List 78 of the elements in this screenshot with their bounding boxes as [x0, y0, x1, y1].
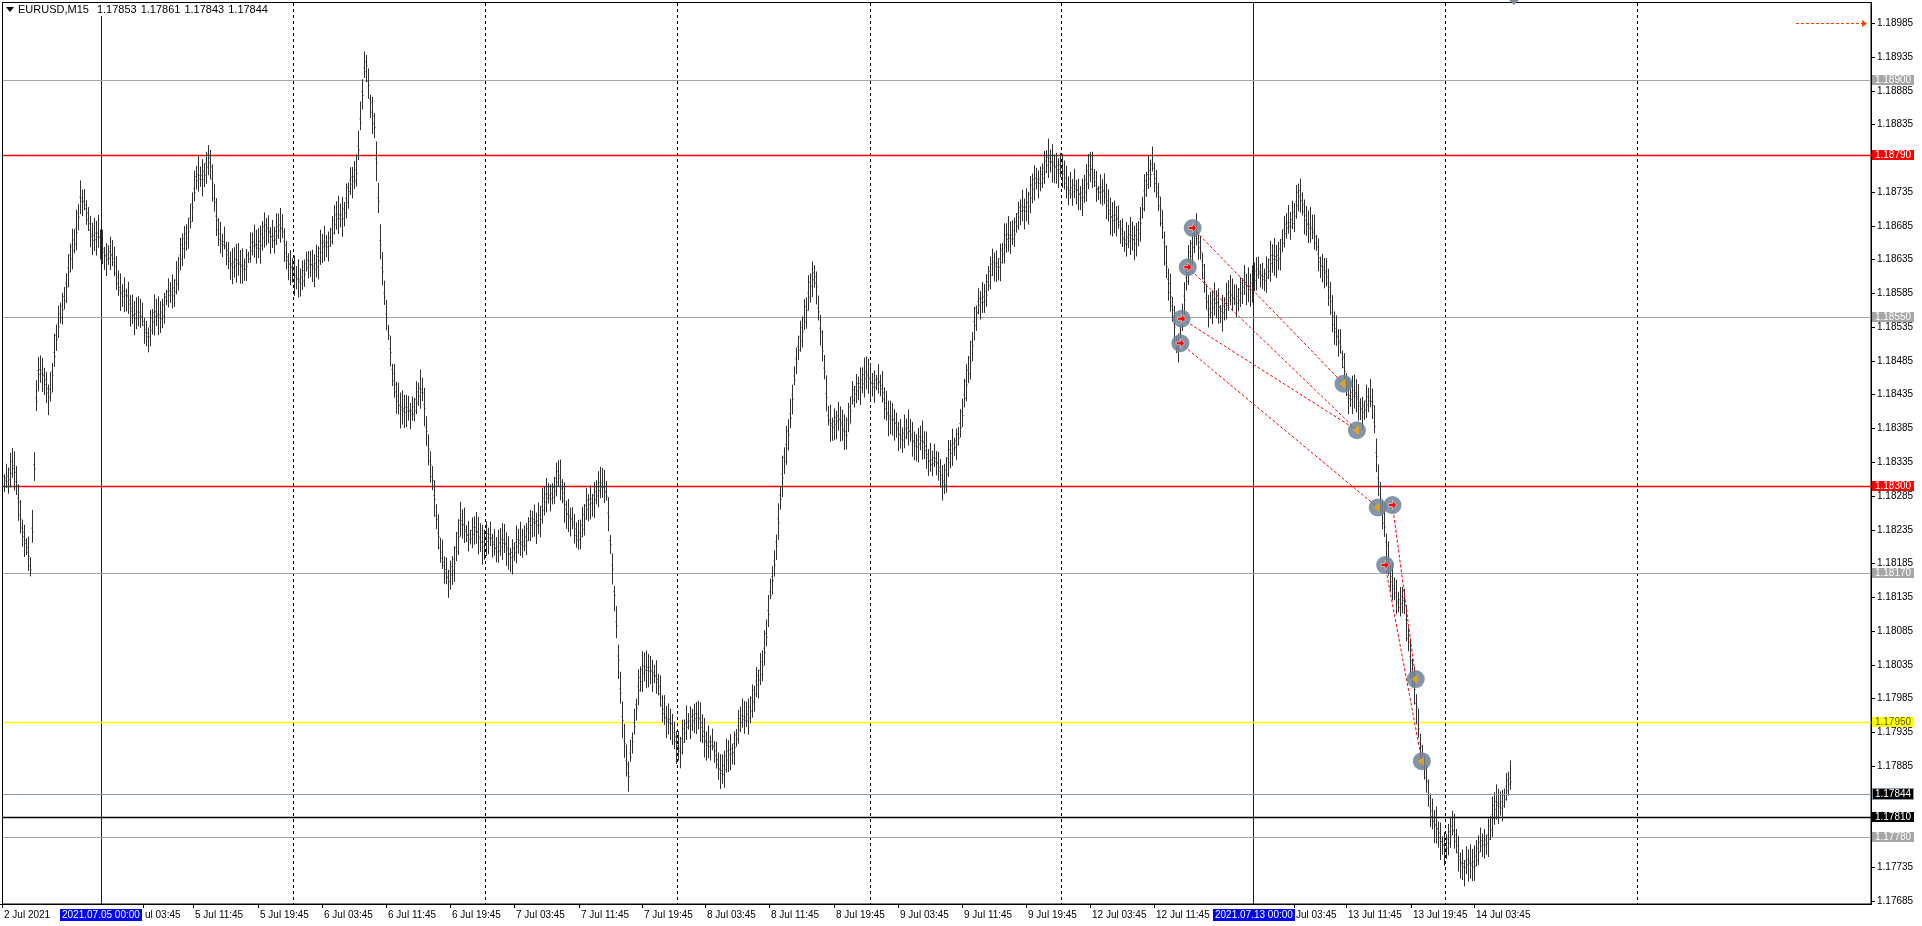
price-tick-label: 1.17985	[1877, 693, 1914, 704]
price-level-label: 1.17780	[1872, 831, 1914, 842]
time-label: 5 Jul 19:45	[260, 909, 309, 921]
price-tick-label: 1.17935	[1877, 727, 1914, 738]
price-level-line[interactable]	[2, 485, 1872, 488]
time-label: 8 Jul 19:45	[836, 909, 885, 921]
time-label: 13 Jul 19:45	[1413, 909, 1468, 921]
price-level-label: 1.18170	[1872, 568, 1914, 579]
price-tick-label: 1.17735	[1877, 862, 1914, 873]
price-tick-label: 1.18235	[1877, 524, 1914, 535]
price-tick-label: 1.18085	[1877, 625, 1914, 636]
price-tick-label: 1.18885	[1877, 85, 1914, 96]
price-level-line[interactable]	[2, 816, 1872, 819]
price-level-label: 1.17810	[1872, 811, 1914, 822]
date-marker-label: 2021.07.13 00:00	[1213, 909, 1295, 921]
price-level-label: 1.18900	[1872, 75, 1914, 86]
time-label: 9 Jul 11:45	[964, 909, 1013, 921]
time-label: 8 Jul 11:45	[771, 909, 820, 921]
price-tick-label: 1.18835	[1877, 119, 1914, 130]
price-tick-label: 1.18285	[1877, 490, 1914, 501]
time-label: 7 Jul 19:45	[644, 909, 693, 921]
entry-marker-icon	[1171, 334, 1190, 353]
price-level-label: 1.17844	[1872, 787, 1914, 800]
entry-marker-icon	[1178, 258, 1197, 277]
ohlc-value: 1.17843	[184, 3, 225, 16]
triangle-icon[interactable]	[1509, 0, 1519, 5]
price-tick-label: 1.18485	[1877, 355, 1914, 366]
time-label: 7 Jul 11:45	[581, 909, 630, 921]
exit-marker-icon	[1406, 670, 1425, 689]
entry-marker-icon	[1172, 309, 1191, 328]
time-label: 9 Jul 03:45	[900, 909, 949, 921]
dropdown-icon[interactable]	[6, 7, 14, 12]
price-level-line[interactable]	[2, 317, 1872, 318]
exit-marker-icon	[1347, 421, 1366, 440]
ohlc-value: 1.17861	[140, 3, 181, 16]
dashed-arrow	[1795, 20, 1867, 27]
time-label: 12 Jul 03:45	[1092, 909, 1147, 921]
price-level-label: 1.18300	[1872, 480, 1914, 491]
price-tick-label: 1.18335	[1877, 457, 1914, 467]
price-tick-label: 1.18435	[1877, 389, 1914, 400]
price-tick-label: 1.18935	[1877, 51, 1914, 62]
time-label: 6 Jul 19:45	[452, 909, 501, 921]
time-label: 7 Jul 03:45	[516, 909, 565, 921]
symbol-label: EURUSD,M15	[18, 3, 89, 16]
time-label: 14 Jul 03:45	[1476, 909, 1531, 921]
entry-marker-icon	[1376, 556, 1395, 575]
time-label: 5 Jul 11:45	[195, 909, 244, 921]
exit-marker-icon	[1412, 752, 1431, 771]
price-tick-label: 1.18035	[1877, 659, 1914, 670]
price-tick-label: 1.18985	[1877, 18, 1914, 28]
price-tick-label: 1.18735	[1877, 186, 1914, 197]
time-label: 13 Jul 11:45	[1348, 909, 1402, 921]
ohlc-value: 1.17853	[96, 3, 137, 16]
price-tick-label: 1.17685	[1877, 896, 1914, 906]
exit-marker-icon	[1334, 374, 1353, 393]
price-tick-label: 1.18585	[1877, 288, 1914, 299]
price-tick-label: 1.18635	[1877, 254, 1914, 265]
exit-marker-icon	[1368, 498, 1387, 517]
price-tick-label: 1.17885	[1877, 760, 1914, 771]
time-label: 9 Jul 19:45	[1028, 909, 1077, 921]
price-tick-label: 1.18385	[1877, 423, 1914, 434]
time-label: ul 03:45	[145, 909, 181, 921]
time-label: 6 Jul 11:45	[388, 909, 437, 921]
date-marker-label: 2021.07.05 00:00	[60, 909, 142, 921]
price-tick-label: 1.18135	[1877, 592, 1914, 603]
entry-marker-icon	[1183, 219, 1202, 237]
price-tick-label: 1.18185	[1877, 558, 1914, 569]
price-level-label: 1.18550	[1872, 311, 1914, 322]
price-tick-label: 1.18535	[1877, 321, 1914, 332]
time-label: Jul 03:45	[1296, 909, 1337, 921]
time-label: 12 Jul 11:45	[1156, 909, 1210, 921]
time-label: 8 Jul 03:45	[707, 909, 756, 921]
time-label: 2 Jul 2021	[4, 909, 51, 921]
time-label: 6 Jul 03:45	[324, 909, 373, 921]
price-tick-label: 1.18685	[1877, 220, 1914, 231]
ohlc-value: 1.17844	[228, 3, 268, 16]
price-level-label: 1.17950	[1872, 717, 1914, 728]
price-level-label: 1.18790	[1872, 149, 1914, 160]
